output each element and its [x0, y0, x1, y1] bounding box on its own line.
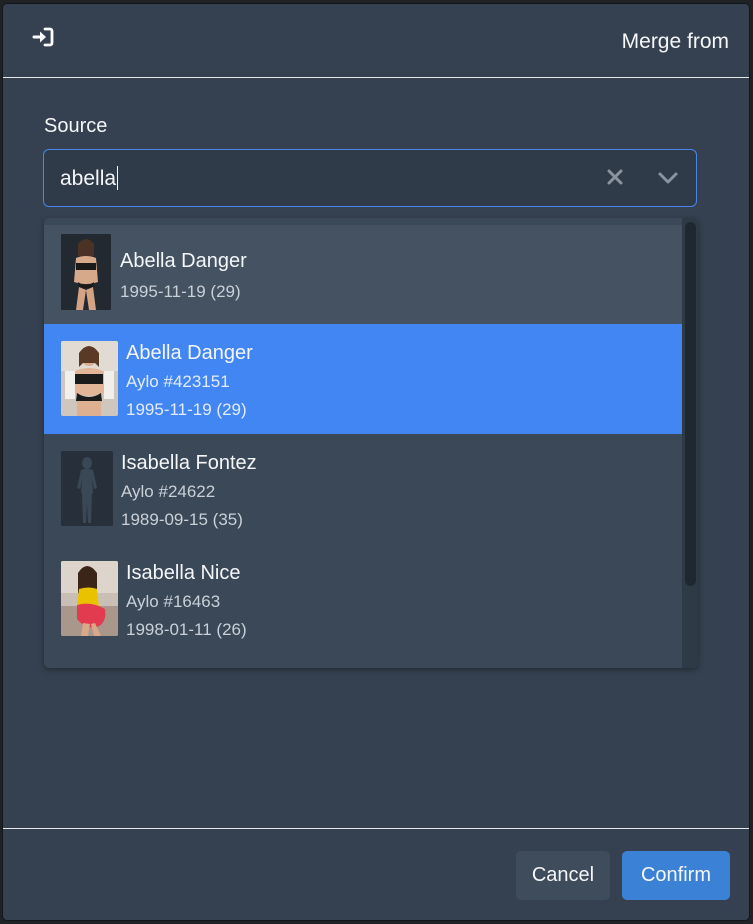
- dialog-header: Merge from: [3, 4, 749, 78]
- dialog-title: Merge from: [621, 30, 729, 53]
- option-name: Abella Danger: [120, 250, 247, 272]
- menu-scrollbar[interactable]: [682, 218, 698, 668]
- source-input-text: abella: [60, 167, 117, 190]
- option-item[interactable]: Isabella Fontez Aylo #24622 1989-09-15 (…: [44, 434, 682, 544]
- option-detail: 1995-11-19 (29): [126, 400, 247, 419]
- merge-dialog: Merge from Source abella Abella Danger 1…: [3, 4, 749, 920]
- chevron-down-icon[interactable]: [656, 168, 680, 188]
- indicator-separator: [642, 160, 643, 198]
- clear-x-icon[interactable]: [604, 166, 626, 188]
- option-detail: Aylo #24622: [121, 482, 216, 501]
- option-detail: 1998-01-11 (26): [126, 620, 247, 639]
- option-item[interactable]: Abella Danger 1995-11-19 (29): [44, 225, 682, 324]
- options-list: Abella Danger 1995-11-19 (29) Abella Dan…: [44, 225, 682, 654]
- performer-thumbnail: [61, 341, 118, 416]
- source-select[interactable]: abella: [43, 149, 697, 207]
- option-item-highlighted[interactable]: Abella Danger Aylo #423151 1995-11-19 (2…: [44, 324, 682, 434]
- source-options-menu: Abella Danger 1995-11-19 (29) Abella Dan…: [44, 218, 698, 668]
- performer-thumbnail: [61, 561, 118, 636]
- dialog-footer: Cancel Confirm: [3, 828, 749, 920]
- option-name: Isabella Fontez: [121, 452, 257, 474]
- option-name: Abella Danger: [126, 342, 253, 364]
- text-caret: [117, 166, 119, 190]
- option-name: Isabella Nice: [126, 562, 241, 584]
- option-item[interactable]: Isabella Nice Aylo #16463 1998-01-11 (26…: [44, 544, 682, 654]
- performer-placeholder-silhouette: [61, 451, 113, 526]
- source-search-input[interactable]: abella: [60, 166, 119, 191]
- option-detail: Aylo #16463: [126, 592, 221, 611]
- option-detail: Aylo #423151: [126, 372, 230, 391]
- confirm-button[interactable]: Confirm: [622, 851, 730, 900]
- option-detail: 1995-11-19 (29): [120, 282, 241, 301]
- sign-in-icon: [31, 26, 55, 48]
- source-label: Source: [44, 115, 108, 137]
- scrollbar-thumb[interactable]: [685, 222, 696, 586]
- cancel-button[interactable]: Cancel: [516, 851, 610, 900]
- option-detail: 1989-09-15 (35): [121, 510, 243, 529]
- performer-thumbnail: [61, 234, 111, 310]
